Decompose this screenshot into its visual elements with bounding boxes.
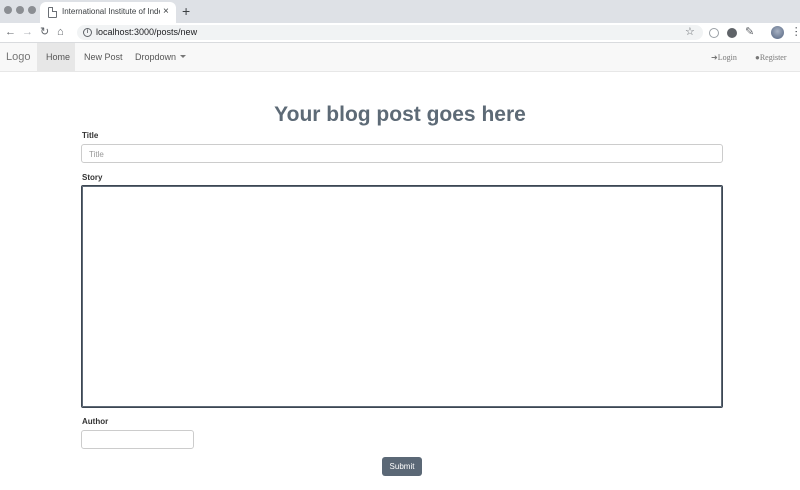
- nav-item-dropdown[interactable]: Dropdown: [135, 52, 187, 63]
- tab-close-icon[interactable]: ×: [163, 6, 169, 18]
- nav-register[interactable]: ●Register: [755, 53, 787, 63]
- login-icon: ➜: [711, 53, 718, 62]
- brand-logo[interactable]: Logo: [6, 51, 30, 64]
- nav-item-home[interactable]: Home: [46, 52, 70, 63]
- nav-home-active[interactable]: Home: [37, 43, 75, 71]
- nav-item-new-post[interactable]: New Post: [84, 52, 123, 63]
- back-icon[interactable]: ←: [5, 25, 16, 39]
- page-title: Your blog post goes here: [274, 103, 526, 126]
- title-label: Title: [82, 131, 99, 140]
- story-textarea[interactable]: [81, 185, 723, 408]
- browser-tab-strip: International Institute of Indepe × +: [0, 0, 800, 23]
- info-icon[interactable]: i: [83, 28, 92, 37]
- window-minimize-dot[interactable]: [16, 6, 24, 14]
- title-input[interactable]: Title: [81, 144, 723, 163]
- window-maximize-dot[interactable]: [28, 6, 36, 14]
- window-close-dot[interactable]: [4, 6, 12, 14]
- new-tab-button[interactable]: +: [182, 3, 190, 19]
- favicon-page-icon: [48, 7, 57, 18]
- extension-clock-icon[interactable]: [709, 28, 719, 38]
- story-label: Story: [82, 173, 103, 182]
- menu-icon[interactable]: ⋯: [790, 26, 800, 37]
- browser-toolbar: ← → ↻ ⌂ i localhost:3000/posts/new ☆ ✎ ⋯: [0, 23, 800, 43]
- address-bar[interactable]: i localhost:3000/posts/new ☆: [77, 25, 703, 40]
- login-label: Login: [717, 53, 737, 62]
- url-text: localhost:3000/posts/new: [96, 27, 198, 37]
- extension-g-icon[interactable]: [727, 28, 737, 38]
- reload-icon[interactable]: ↻: [40, 25, 49, 39]
- browser-tab[interactable]: International Institute of Indepe ×: [40, 2, 176, 23]
- submit-button[interactable]: Submit: [382, 457, 422, 476]
- extension-pen-icon[interactable]: ✎: [745, 25, 754, 39]
- profile-avatar-icon[interactable]: [771, 26, 784, 39]
- nav-login[interactable]: ➜Login: [711, 53, 737, 63]
- author-input[interactable]: [81, 430, 194, 449]
- site-navbar: Logo Home New Post Dropdown ➜Login ●Regi…: [0, 43, 800, 72]
- forward-icon[interactable]: →: [22, 25, 33, 39]
- register-label: Register: [759, 53, 787, 62]
- dropdown-label: Dropdown: [135, 52, 177, 62]
- star-icon[interactable]: ☆: [685, 25, 695, 39]
- caret-down-icon: [180, 55, 187, 58]
- home-icon[interactable]: ⌂: [57, 25, 64, 39]
- tab-title: International Institute of Indepe: [62, 7, 160, 16]
- author-label: Author: [82, 417, 109, 426]
- title-placeholder: Title: [89, 150, 104, 159]
